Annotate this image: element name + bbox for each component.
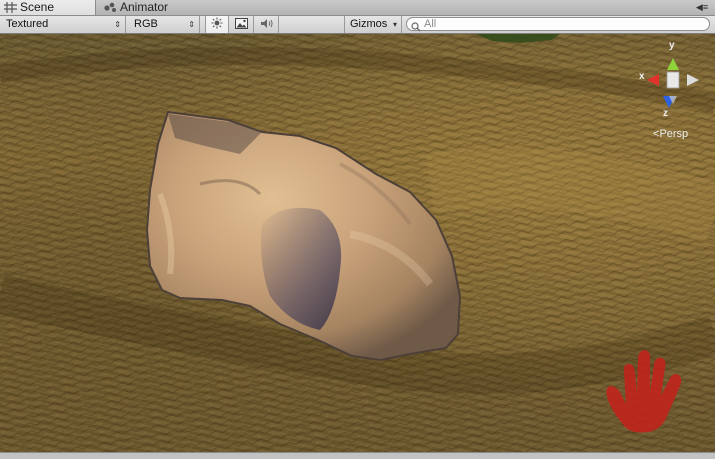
tab-animator-label: Animator xyxy=(120,0,169,14)
axis-y-label: y xyxy=(669,40,675,51)
tab-scene[interactable]: Scene xyxy=(0,0,96,15)
animator-icon xyxy=(104,2,117,13)
image-icon xyxy=(235,17,248,32)
render-mode-dropdown[interactable]: Textured ⇕ xyxy=(0,16,126,33)
gizmos-dropdown[interactable]: Gizmos ▾ xyxy=(344,16,402,33)
dropdown-arrow-icon: ▾ xyxy=(392,20,397,29)
projection-value: Persp xyxy=(659,128,689,140)
render-mode-value: Textured xyxy=(6,18,49,30)
scene-search[interactable] xyxy=(406,17,710,32)
scene-audio-toggle[interactable] xyxy=(255,16,279,33)
search-input[interactable] xyxy=(422,18,686,30)
tab-scene-label: Scene xyxy=(20,0,55,14)
gizmos-label: Gizmos xyxy=(350,18,388,30)
tab-options-button[interactable]: ◀≡ xyxy=(695,1,709,13)
scene-toolbar: Textured ⇕ RGB ⇕ Gizmos ▾ All xyxy=(0,16,715,34)
projection-label[interactable]: <Persp xyxy=(653,128,688,140)
scene-render xyxy=(0,34,715,458)
grid-icon xyxy=(4,2,17,13)
scene-lighting-toggle[interactable] xyxy=(205,16,229,33)
tab-animator[interactable]: Animator xyxy=(100,0,210,15)
updown-arrow-icon: ⇕ xyxy=(188,20,195,29)
axis-x-label: x xyxy=(639,71,645,82)
scene-effects-toggle[interactable] xyxy=(230,16,254,33)
axis-z-label: z xyxy=(663,108,668,119)
speaker-icon xyxy=(260,18,274,32)
orientation-gizmo[interactable]: y x z <Persp xyxy=(639,38,709,140)
sun-icon xyxy=(211,17,223,32)
scene-viewport[interactable]: y x z <Persp xyxy=(0,34,715,458)
updown-arrow-icon: ⇕ xyxy=(114,20,121,29)
tab-bar: Scene Animator ◀≡ xyxy=(0,0,715,16)
channel-mode-value: RGB xyxy=(134,18,158,30)
search-icon xyxy=(411,19,422,32)
channel-mode-dropdown[interactable]: RGB ⇕ xyxy=(128,16,200,33)
panel-menu-icon: ◀≡ xyxy=(695,2,709,12)
